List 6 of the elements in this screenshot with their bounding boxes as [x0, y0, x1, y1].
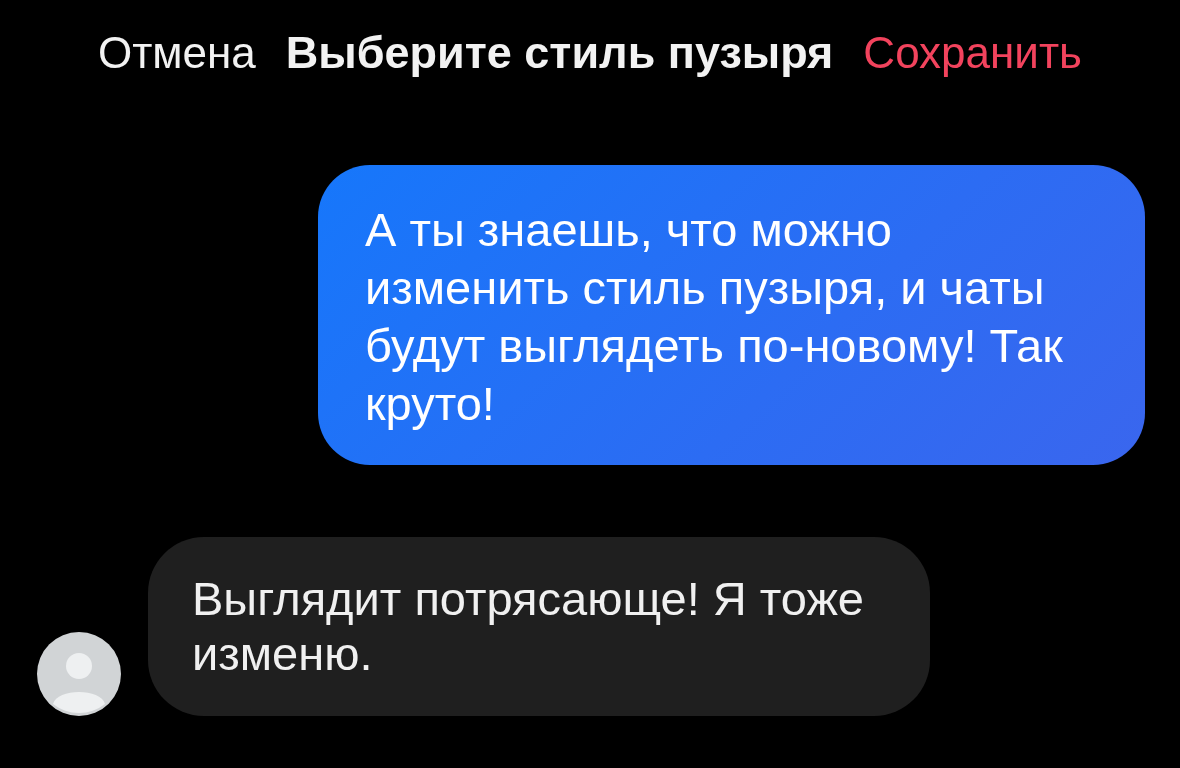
- save-button[interactable]: Сохранить: [863, 28, 1082, 78]
- outgoing-message-bubble: А ты знаешь, что можно изменить стиль пузыря, и чаты будут выглядеть по-новому! Так круто!: [318, 165, 1145, 465]
- incoming-message-bubble: Выглядит потрясающе! Я тоже изменю.: [148, 537, 930, 716]
- cancel-button[interactable]: Отмена: [97, 28, 256, 78]
- screen-title: Выберите стиль пузыря: [285, 28, 834, 78]
- avatar-icon: [37, 632, 121, 716]
